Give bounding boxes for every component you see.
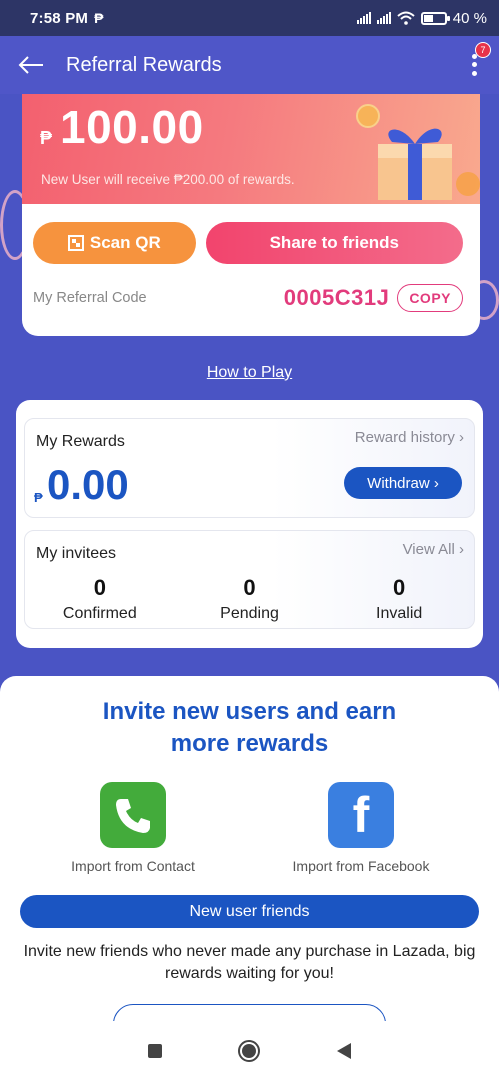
import-facebook-label: Import from Facebook xyxy=(292,858,430,874)
import-contact-button[interactable]: Import from Contact xyxy=(58,782,208,874)
new-user-friends-button[interactable]: New user friends xyxy=(20,895,479,928)
wifi-icon xyxy=(397,11,415,25)
status-bar: 7:58 PM ₱ 40 % xyxy=(0,0,499,36)
rewards-card: My Rewards Reward history › ₱ 0.00 Withd… xyxy=(16,400,483,648)
scan-qr-label: Scan QR xyxy=(89,233,161,252)
notification-badge: 7 xyxy=(475,42,491,58)
back-button[interactable] xyxy=(16,50,46,80)
referral-banner: ₱ 100.00 New User will receive ₱200.00 o… xyxy=(22,94,480,204)
copy-button[interactable]: COPY xyxy=(397,284,463,312)
battery-percent: 40 % xyxy=(452,9,487,27)
invite-title-line2: more rewards xyxy=(170,730,329,757)
referral-amount: 100.00 xyxy=(60,101,204,153)
how-to-play-link[interactable]: How to Play xyxy=(0,364,499,382)
invite-description: Invite new friends who never made any pu… xyxy=(23,943,476,982)
invite-title-line1: Invite new users and earn xyxy=(102,698,397,725)
stat-label: Invalid xyxy=(376,605,423,622)
view-all-link[interactable]: View All › xyxy=(403,541,464,558)
facebook-icon: f xyxy=(328,782,394,848)
page-title: Referral Rewards xyxy=(66,53,222,76)
battery-icon xyxy=(420,11,450,25)
stat-invalid: 0 Invalid xyxy=(324,575,474,623)
my-rewards-section: My Rewards Reward history › ₱ 0.00 Withd… xyxy=(24,418,475,518)
gift-box-icon xyxy=(378,128,452,200)
signal-icon-2 xyxy=(376,12,391,24)
stat-pending: 0 Pending xyxy=(175,575,325,623)
invite-title: Invite new users and earn more rewards xyxy=(0,696,499,760)
signal-icon xyxy=(356,12,371,24)
currency-symbol: ₱ xyxy=(40,128,53,148)
stat-label: Pending xyxy=(220,605,279,622)
stat-confirmed: 0 Confirmed xyxy=(25,575,175,623)
stat-value: 0 xyxy=(93,575,106,600)
withdraw-button[interactable]: Withdraw › xyxy=(344,467,462,499)
referral-code: 0005C31J xyxy=(283,285,390,310)
stat-label: Confirmed xyxy=(62,605,137,622)
stat-value: 0 xyxy=(393,575,406,600)
rewards-amount: 0.00 xyxy=(47,461,129,508)
status-time: 7:58 PM xyxy=(30,9,89,27)
my-invitees-section: My invitees View All › 0 Confirmed 0 Pen… xyxy=(24,530,475,629)
import-facebook-button[interactable]: f Import from Facebook xyxy=(286,782,436,874)
app-notification-icon: ₱ xyxy=(94,10,104,26)
my-rewards-label: My Rewards xyxy=(36,433,125,450)
recent-apps-icon[interactable] xyxy=(148,1043,163,1058)
qr-code-icon xyxy=(67,235,84,251)
currency-symbol: ₱ xyxy=(34,490,43,505)
arrow-left-icon xyxy=(18,56,43,74)
referral-card: ₱ 100.00 New User will receive ₱200.00 o… xyxy=(22,94,480,336)
invite-panel: Invite new users and earn more rewards I… xyxy=(0,676,499,1021)
referral-code-label: My Referral Code xyxy=(33,290,147,306)
phone-icon xyxy=(100,782,166,848)
app-bar: Referral Rewards 7 xyxy=(0,36,499,94)
import-contact-label: Import from Contact xyxy=(71,858,195,874)
reward-history-link[interactable]: Reward history › xyxy=(355,429,464,446)
system-nav-bar xyxy=(0,1021,499,1080)
back-triangle-icon[interactable] xyxy=(336,1042,351,1059)
scan-qr-button[interactable]: Scan QR xyxy=(33,222,196,264)
invite-button-partial[interactable] xyxy=(113,1004,386,1021)
more-menu-button[interactable]: 7 xyxy=(469,42,491,78)
stat-value: 0 xyxy=(243,575,256,600)
my-invitees-label: My invitees xyxy=(36,545,117,562)
referral-subtitle: New User will receive ₱200.00 of rewards… xyxy=(41,172,295,187)
home-icon[interactable] xyxy=(238,1039,261,1062)
share-to-friends-button[interactable]: Share to friends xyxy=(205,222,463,264)
